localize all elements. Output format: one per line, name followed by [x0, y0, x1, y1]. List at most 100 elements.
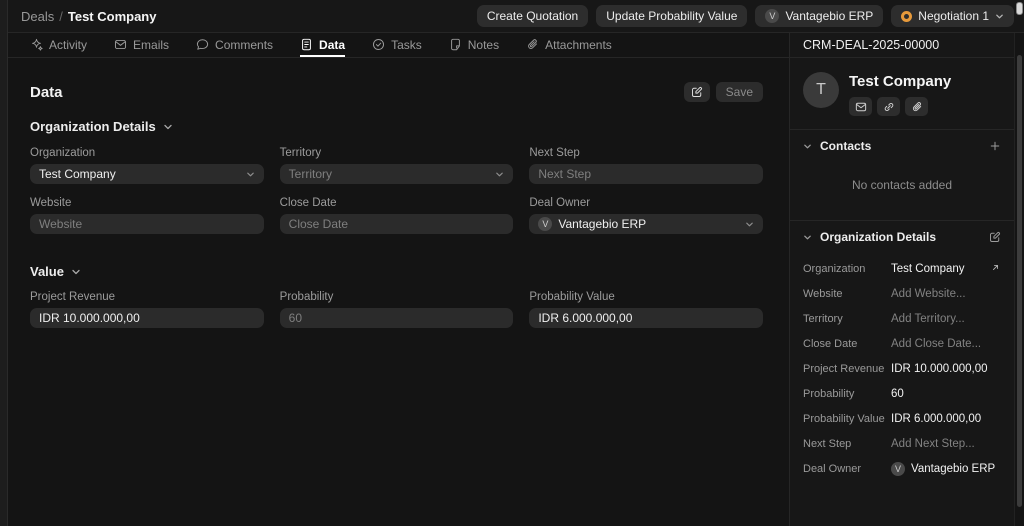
- open-organization-link[interactable]: [990, 260, 1001, 278]
- detail-value[interactable]: Add Close Date...: [891, 338, 981, 350]
- field-label: Project Revenue: [30, 291, 116, 303]
- organization-name: Test Company: [849, 73, 952, 90]
- edit-layout-button[interactable]: [683, 82, 710, 102]
- detail-value[interactable]: IDR 10.000.000,00: [891, 363, 988, 375]
- field-label: Next Step: [529, 147, 580, 159]
- chevron-down-icon: [996, 14, 1003, 18]
- detail-row-next-step: Next Step Add Next Step...: [803, 431, 1001, 456]
- org-details-section-title: Organization Details: [30, 119, 156, 134]
- data-tab-content: Data Save Organization Details Organizat…: [8, 58, 789, 526]
- field-probability-value: Probability Value IDR 6.000.000,00: [529, 291, 763, 328]
- contacts-section: Contacts No contacts added: [790, 129, 1014, 220]
- note-icon: [450, 38, 460, 51]
- field-label: Close Date: [279, 197, 337, 209]
- update-probability-button[interactable]: Update Probability Value: [596, 5, 748, 27]
- detail-row-project-revenue: Project Revenue IDR 10.000.000,00: [803, 356, 1001, 381]
- field-label: Website: [30, 197, 72, 209]
- organization-avatar: T: [803, 72, 839, 108]
- send-email-button[interactable]: [849, 97, 872, 116]
- create-quotation-label: Create Quotation: [486, 9, 579, 23]
- collapsed-sidebar-edge[interactable]: [0, 0, 8, 526]
- detail-rows: Organization Test Company Website Add We…: [790, 253, 1014, 495]
- tab-comments[interactable]: Comments: [196, 33, 273, 57]
- no-contacts-text: No contacts added: [851, 178, 953, 192]
- org-details-section-toggle[interactable]: Organization Details: [30, 119, 763, 134]
- copy-link-button[interactable]: [877, 97, 900, 116]
- detail-label: Project Revenue: [803, 362, 885, 375]
- chevron-down-icon: [804, 235, 811, 239]
- owner-avatar: V: [765, 9, 780, 23]
- panel-org-details-toggle[interactable]: Organization Details: [790, 221, 1014, 253]
- probability-value-input[interactable]: IDR 6.000.000,00: [529, 308, 763, 328]
- detail-value[interactable]: IDR 6.000.000,00: [891, 413, 981, 425]
- tab-activity[interactable]: Activity: [30, 33, 87, 57]
- field-project-revenue: Project Revenue IDR 10.000.000,00: [30, 291, 264, 328]
- probability-input[interactable]: 60: [279, 308, 514, 328]
- close-date-input[interactable]: [279, 214, 514, 234]
- next-step-input[interactable]: [529, 164, 763, 184]
- tab-activity-label: Activity: [49, 37, 88, 52]
- tabbar: Activity Emails Comments Data Tasks Note…: [8, 33, 789, 58]
- organization-select[interactable]: Test Company: [30, 164, 264, 184]
- value-section-title: Value: [30, 264, 64, 279]
- detail-value[interactable]: Test Company: [891, 263, 965, 275]
- deal-owner-button[interactable]: V Vantagebio ERP: [755, 5, 884, 27]
- field-label: Probability: [279, 291, 334, 303]
- detail-label: Territory: [803, 312, 843, 325]
- probability-value-value: IDR 6.000.000,00: [538, 311, 633, 325]
- detail-value[interactable]: Add Website...: [891, 288, 966, 300]
- window-scrollbar[interactable]: [1014, 33, 1024, 526]
- page-title: Data: [30, 83, 63, 101]
- tab-notes[interactable]: Notes: [449, 33, 499, 57]
- save-button[interactable]: Save: [715, 82, 763, 102]
- detail-row-close-date: Close Date Add Close Date...: [803, 331, 1001, 356]
- chevron-down-icon: [246, 172, 254, 176]
- detail-value[interactable]: 60: [891, 388, 904, 400]
- tab-tasks[interactable]: Tasks: [372, 33, 422, 57]
- create-quotation-button[interactable]: Create Quotation: [476, 5, 589, 27]
- tab-data-label: Data: [319, 37, 346, 52]
- detail-row-website: Website Add Website...: [803, 281, 1001, 306]
- breadcrumb-current: Test Company: [67, 8, 157, 24]
- tab-attachments[interactable]: Attachments: [526, 33, 612, 57]
- field-next-step: Next Step: [529, 147, 763, 184]
- chevron-down-icon: [746, 222, 753, 226]
- project-revenue-input[interactable]: IDR 10.000.000,00: [30, 308, 264, 328]
- breadcrumb-deals-link[interactable]: Deals: [21, 9, 54, 24]
- detail-label: Organization: [803, 262, 866, 275]
- deal-id: CRM-DEAL-2025-00000: [790, 33, 1014, 58]
- detail-label: Probability Value: [803, 412, 885, 425]
- contacts-title: Contacts: [820, 139, 872, 153]
- edit-icon: [691, 86, 702, 97]
- detail-label: Deal Owner: [803, 462, 862, 475]
- edit-fields-button[interactable]: [989, 231, 1001, 243]
- attach-file-button[interactable]: [905, 97, 928, 116]
- chevron-down-icon: [804, 144, 811, 148]
- scrollbar-top-artifact: [1016, 2, 1023, 15]
- value-section-toggle[interactable]: Value: [30, 264, 763, 279]
- detail-value[interactable]: V Vantagebio ERP: [891, 461, 996, 476]
- owner-avatar: V: [538, 217, 553, 231]
- deal-details-panel: CRM-DEAL-2025-00000 T Test Company Conta…: [790, 33, 1014, 526]
- detail-value[interactable]: Add Territory...: [891, 313, 965, 325]
- scrollbar-thumb[interactable]: [1017, 55, 1022, 507]
- crm-deal-page: Deals / Test Company Create Quotation Up…: [0, 0, 1024, 526]
- add-contact-button[interactable]: [989, 140, 1001, 152]
- stage-status-icon: [901, 10, 913, 22]
- deal-owner-select[interactable]: V Vantagebio ERP: [529, 214, 763, 234]
- deal-owner-name: Vantagebio ERP: [911, 462, 996, 475]
- territory-placeholder: Territory: [288, 167, 332, 181]
- data-icon: [302, 38, 311, 51]
- detail-row-deal-owner: Deal Owner V Vantagebio ERP: [803, 456, 1001, 481]
- detail-value[interactable]: Add Next Step...: [891, 438, 975, 450]
- field-label: Deal Owner: [529, 197, 591, 209]
- deal-stage-button[interactable]: Negotiation 1: [891, 5, 1014, 27]
- contacts-section-toggle[interactable]: Contacts: [790, 130, 1014, 162]
- chevron-down-icon: [496, 172, 504, 176]
- field-probability: Probability 60: [279, 291, 514, 328]
- territory-select[interactable]: Territory: [279, 164, 514, 184]
- tab-emails[interactable]: Emails: [114, 33, 169, 57]
- website-input[interactable]: [30, 214, 264, 234]
- deal-profile: T Test Company: [790, 58, 1014, 129]
- tab-data[interactable]: Data: [300, 33, 346, 57]
